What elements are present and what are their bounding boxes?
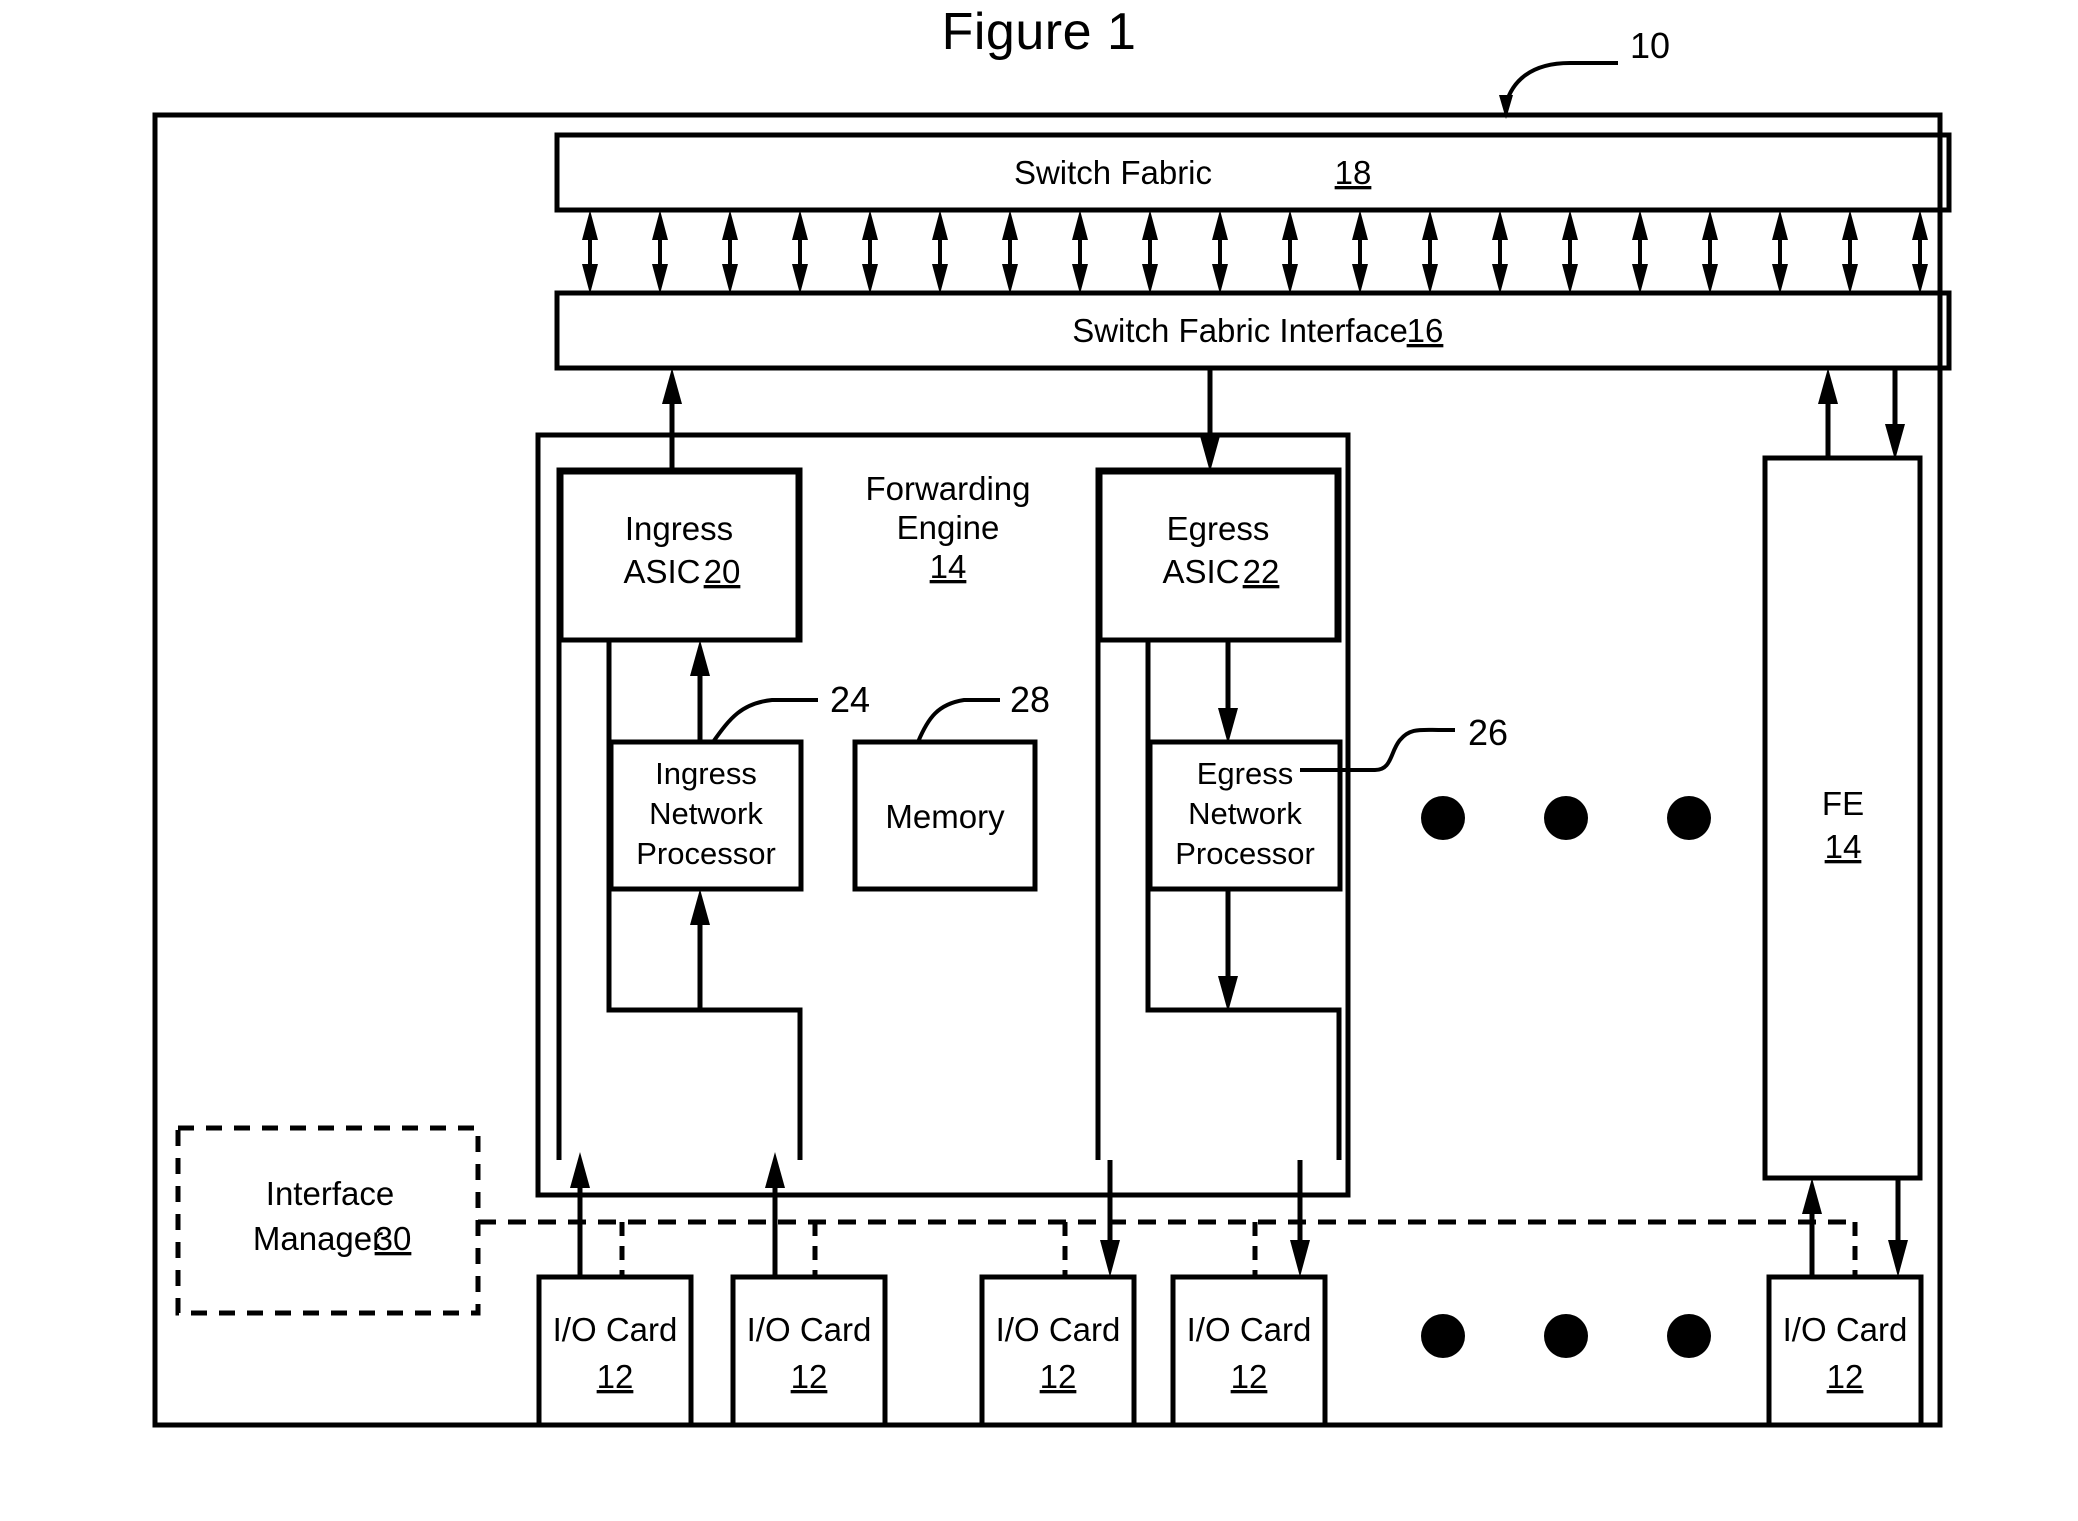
io-card: I/O Card 12 (1766, 1274, 1924, 1428)
io-card-2-uplink (765, 1152, 785, 1277)
interface-arrow-to-fe (1885, 368, 1905, 460)
io-card: I/O Card 12 (1170, 1274, 1328, 1428)
io-card-box-2 (730, 1274, 888, 1428)
io-card-ref-2: 12 (791, 1358, 828, 1395)
switch-fabric-interface-label: Switch Fabric Interface (1072, 312, 1408, 349)
io-card-3-downlink (1100, 1160, 1120, 1277)
io-card: I/O Card 12 (979, 1274, 1137, 1428)
ref-28-label: 28 (1010, 679, 1050, 720)
fabric-link-arrow (1212, 210, 1228, 294)
fabric-link-arrow (1702, 210, 1718, 294)
ellipsis-dot-bottom-2 (1544, 1314, 1588, 1358)
egress-asic-label-line2: ASIC (1162, 553, 1239, 590)
io-card-label-5: I/O Card (1783, 1311, 1908, 1348)
io-card-box-5 (1766, 1274, 1924, 1428)
interface-manager-ref: 30 (375, 1220, 412, 1257)
ingress-arrow-asic-to-interface (662, 368, 682, 470)
egress-np-label-line2: Network (1188, 796, 1302, 831)
io-card-label-1: I/O Card (553, 1311, 678, 1348)
fabric-link-arrow (1492, 210, 1508, 294)
ref-28-leader-line (916, 698, 1000, 743)
fabric-link-arrow (1632, 210, 1648, 294)
patent-figure-page: Figure 1 10 Switch Fabric 18 Switch Fabr… (0, 0, 2078, 1521)
ingress-asic-label-line2: ASIC (623, 553, 700, 590)
interface-manager-label-line1: Interface (266, 1175, 394, 1212)
fabric-link-arrow (1002, 210, 1018, 294)
egress-asic-ref: 22 (1243, 553, 1280, 590)
ingress-asic-label-line1: Ingress (625, 510, 733, 547)
switch-fabric-interface-ref: 16 (1407, 312, 1444, 349)
fe-to-io-card-5-downlink (1888, 1178, 1908, 1277)
ellipsis-dot-middle-2 (1544, 796, 1588, 840)
fabric-link-arrow (722, 210, 738, 294)
system-outer-box (152, 112, 1943, 1428)
io-card-ref-3: 12 (1040, 1358, 1077, 1395)
ingress-arrow-np-to-asic (690, 640, 710, 742)
fabric-link-arrow (582, 210, 598, 294)
io-card-box-3 (979, 1274, 1137, 1428)
fabric-link-arrow (1422, 210, 1438, 294)
fabric-link-arrow (862, 210, 878, 294)
memory-label: Memory (885, 798, 1005, 835)
io-card-box-4 (1170, 1274, 1328, 1428)
fabric-link-arrow (1142, 210, 1158, 294)
interface-manager-label-line2: Manager (253, 1220, 383, 1257)
fe-right-label: FE (1822, 785, 1864, 822)
ref-26-label: 26 (1468, 712, 1508, 753)
switch-fabric-ref: 18 (1335, 154, 1372, 191)
fabric-link-arrow (1282, 210, 1298, 294)
fe-right-ref: 14 (1825, 828, 1862, 865)
forwarding-engine-ref: 14 (930, 548, 967, 585)
figure-1-diagram: 10 Switch Fabric 18 Switch Fabric Interf… (152, 25, 1952, 1428)
fe-arrow-to-interface (1818, 368, 1838, 458)
ellipsis-dot-middle-1 (1421, 796, 1465, 840)
ellipsis-dot-bottom-3 (1667, 1314, 1711, 1358)
ellipsis-dot-middle-3 (1667, 796, 1711, 840)
fabric-link-arrow (1772, 210, 1788, 294)
fabric-link-arrow (792, 210, 808, 294)
io-card-label-2: I/O Card (747, 1311, 872, 1348)
ellipsis-dot-bottom-1 (1421, 1314, 1465, 1358)
ref-10-label: 10 (1630, 25, 1670, 66)
ingress-np-label-line3: Processor (636, 836, 776, 871)
fabric-link-arrow (1072, 210, 1088, 294)
forwarding-engine-label-line1: Forwarding (865, 470, 1030, 507)
ref-24-leader-line (711, 698, 818, 744)
fabric-link-arrow (1562, 210, 1578, 294)
io-card: I/O Card 12 (730, 1274, 888, 1428)
ingress-np-label-line1: Ingress (655, 756, 757, 791)
ref-10-leader-line (1504, 61, 1618, 105)
ingress-np-label-line2: Network (649, 796, 763, 831)
egress-np-label-line3: Processor (1175, 836, 1315, 871)
io-card-ref-1: 12 (597, 1358, 634, 1395)
egress-arrow-asic-to-np (1218, 640, 1238, 744)
egress-arrow-interface-to-asic (1200, 368, 1220, 472)
egress-asic-label-line1: Egress (1167, 510, 1270, 547)
switch-fabric-label: Switch Fabric (1014, 154, 1212, 191)
fabric-link-arrow (932, 210, 948, 294)
io-card-1-uplink (570, 1152, 590, 1277)
forwarding-engine-label-line2: Engine (897, 509, 1000, 546)
ingress-arrow-bottom-to-np (690, 889, 710, 1010)
io-card-label-4: I/O Card (1187, 1311, 1312, 1348)
fabric-link-arrow (1352, 210, 1368, 294)
io-card-label-3: I/O Card (996, 1311, 1121, 1348)
ingress-asic-ref: 20 (704, 553, 741, 590)
io-card-4-downlink (1290, 1160, 1310, 1277)
ref-24-label: 24 (830, 679, 870, 720)
io-card-ref-5: 12 (1827, 1358, 1864, 1395)
fabric-interface-links (582, 210, 1928, 294)
io-card-ref-4: 12 (1231, 1358, 1268, 1395)
egress-arrow-np-to-bottom (1218, 889, 1238, 1012)
io-card-5-uplink (1802, 1178, 1822, 1277)
switch-fabric-box (554, 132, 1952, 213)
fabric-link-arrow (1912, 210, 1928, 294)
io-card-box-1 (536, 1274, 694, 1428)
fabric-link-arrow (1842, 210, 1858, 294)
fabric-link-arrow (652, 210, 668, 294)
egress-np-label-line1: Egress (1197, 756, 1293, 791)
io-card: I/O Card 12 (536, 1274, 694, 1428)
